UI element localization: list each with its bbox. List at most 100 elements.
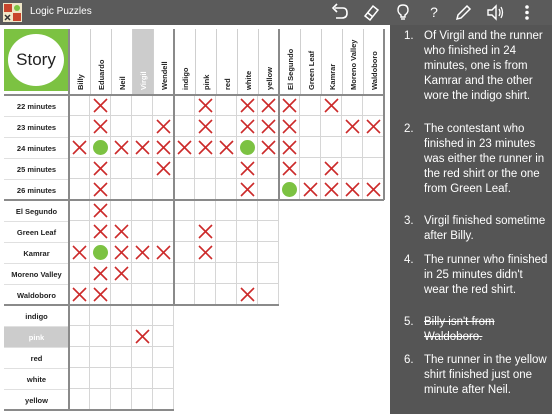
grid-cell[interactable] [111, 137, 132, 158]
grid-cell[interactable] [237, 242, 258, 263]
grid-cell[interactable] [111, 263, 132, 284]
grid-cell[interactable] [132, 158, 153, 179]
grid-cell[interactable] [111, 116, 132, 137]
column-header[interactable]: pink [195, 29, 216, 94]
grid-cell[interactable] [153, 95, 174, 116]
grid-cell[interactable] [321, 179, 342, 200]
grid-cell[interactable] [153, 221, 174, 242]
grid-cell[interactable] [174, 95, 195, 116]
clue-item[interactable]: 2. The contestant who finished in 23 minu… [404, 122, 548, 197]
grid-cell[interactable] [258, 179, 279, 200]
row-header[interactable]: El Segundo [4, 200, 69, 221]
grid-cell[interactable] [216, 284, 237, 305]
row-header[interactable]: 22 minutes [4, 95, 69, 116]
grid-cell[interactable] [153, 158, 174, 179]
clue-item[interactable]: 5. Billy isn't from Waldoboro. [404, 315, 548, 345]
grid-cell[interactable] [69, 116, 90, 137]
column-header[interactable]: Billy [69, 29, 90, 94]
grid-cell[interactable] [258, 95, 279, 116]
row-header[interactable]: 26 minutes [4, 179, 69, 200]
grid-cell[interactable] [174, 137, 195, 158]
story-button[interactable]: Story [8, 34, 64, 86]
column-header[interactable]: indigo [174, 29, 195, 94]
grid-cell[interactable] [195, 179, 216, 200]
grid-cell[interactable] [90, 326, 111, 347]
grid-cell[interactable] [342, 179, 363, 200]
grid-cell[interactable] [69, 95, 90, 116]
clue-item[interactable]: 6. The runner in the yellow shirt finishe… [404, 353, 548, 398]
grid-cell[interactable] [363, 179, 384, 200]
grid-cell[interactable] [132, 221, 153, 242]
grid-cell[interactable] [321, 116, 342, 137]
grid-cell[interactable] [132, 326, 153, 347]
column-header[interactable]: Wendell [153, 29, 174, 94]
row-header[interactable]: Green Leaf [4, 221, 69, 242]
clue-item[interactable]: 4. The runner who finished in 25 minutes … [404, 253, 548, 298]
grid-cell[interactable] [174, 242, 195, 263]
grid-cell[interactable] [132, 368, 153, 389]
pencil-button[interactable] [452, 3, 474, 22]
grid-cell[interactable] [258, 158, 279, 179]
eraser-button[interactable] [360, 3, 382, 22]
grid-cell[interactable] [153, 326, 174, 347]
grid-cell[interactable] [216, 158, 237, 179]
grid-cell[interactable] [69, 305, 90, 326]
grid-cell[interactable] [195, 263, 216, 284]
grid-cell[interactable] [216, 263, 237, 284]
grid-cell[interactable] [132, 305, 153, 326]
grid-cell[interactable] [132, 242, 153, 263]
grid-cell[interactable] [174, 284, 195, 305]
grid-cell[interactable] [111, 284, 132, 305]
column-header[interactable]: Virgil [132, 29, 153, 94]
grid-cell[interactable] [90, 200, 111, 221]
grid-cell[interactable] [195, 284, 216, 305]
grid-cell[interactable] [237, 116, 258, 137]
grid-cell[interactable] [258, 284, 279, 305]
grid-cell[interactable] [237, 263, 258, 284]
grid-cell[interactable] [111, 326, 132, 347]
grid-cell[interactable] [69, 347, 90, 368]
grid-cell[interactable] [258, 242, 279, 263]
grid-cell[interactable] [132, 263, 153, 284]
grid-cell[interactable] [237, 200, 258, 221]
grid-cell[interactable] [237, 221, 258, 242]
column-header[interactable]: yellow [258, 29, 279, 94]
grid-cell[interactable] [69, 200, 90, 221]
grid-cell[interactable] [195, 221, 216, 242]
help-button[interactable]: ? [423, 3, 445, 22]
grid-cell[interactable] [69, 368, 90, 389]
grid-cell[interactable] [90, 347, 111, 368]
grid-cell[interactable] [132, 200, 153, 221]
column-header[interactable]: white [237, 29, 258, 94]
grid-cell[interactable] [90, 95, 111, 116]
grid-cell[interactable] [111, 200, 132, 221]
grid-cell[interactable] [363, 137, 384, 158]
grid-cell[interactable] [363, 158, 384, 179]
row-header[interactable]: 25 minutes [4, 158, 69, 179]
column-header[interactable]: Green Leaf [300, 29, 321, 94]
grid-cell[interactable] [237, 95, 258, 116]
grid-cell[interactable] [195, 200, 216, 221]
grid-cell[interactable] [237, 137, 258, 158]
grid-cell[interactable] [111, 389, 132, 410]
grid-cell[interactable] [111, 242, 132, 263]
grid-cell[interactable] [279, 95, 300, 116]
grid-cell[interactable] [153, 389, 174, 410]
column-header[interactable]: Moreno Valley [342, 29, 363, 94]
grid-cell[interactable] [90, 116, 111, 137]
grid-cell[interactable] [300, 158, 321, 179]
more-options-button[interactable] [516, 3, 538, 22]
grid-cell[interactable] [69, 179, 90, 200]
grid-cell[interactable] [132, 179, 153, 200]
grid-cell[interactable] [90, 242, 111, 263]
grid-cell[interactable] [279, 116, 300, 137]
row-header[interactable]: yellow [4, 389, 69, 410]
grid-cell[interactable] [300, 95, 321, 116]
grid-cell[interactable] [216, 179, 237, 200]
hint-button[interactable] [392, 3, 414, 22]
grid-cell[interactable] [111, 221, 132, 242]
grid-cell[interactable] [342, 137, 363, 158]
grid-cell[interactable] [153, 347, 174, 368]
grid-cell[interactable] [111, 158, 132, 179]
grid-cell[interactable] [90, 158, 111, 179]
